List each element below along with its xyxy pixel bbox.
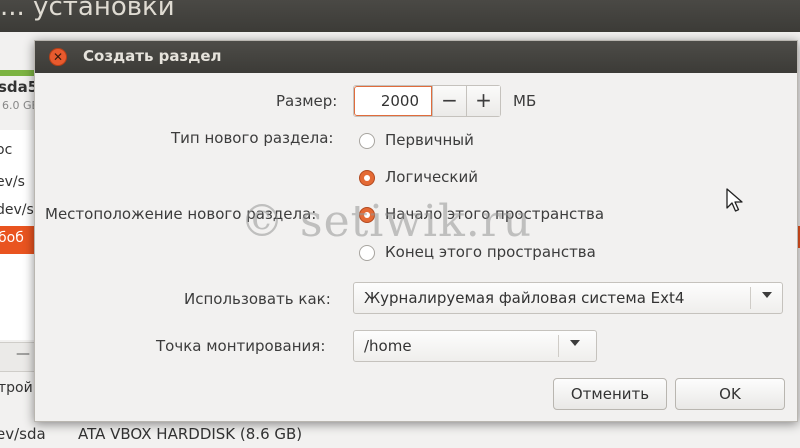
remove-partition-button[interactable]: — [16, 346, 30, 362]
chevron-down-icon[interactable] [762, 292, 772, 298]
increase-size-button[interactable]: + [466, 86, 500, 116]
radio-primary-indicator[interactable] [359, 133, 375, 149]
mount-point-value[interactable]: /home [364, 337, 412, 355]
partition-row-selected[interactable]: боб [0, 226, 34, 254]
dialog-titlebar[interactable]: ✕ Создать раздел [35, 41, 797, 73]
size-stepper[interactable]: − + [353, 85, 501, 117]
decrease-size-button[interactable]: − [432, 86, 466, 116]
size-label: Размер: [276, 92, 338, 110]
screen: ... установки sda5 6.0 GB ос ev/s dev/s … [0, 0, 800, 448]
filesystem-select-value: Журналируемая файловая система Ext4 [364, 289, 685, 307]
installer-title: ... установки [0, 0, 175, 22]
combo-separator [750, 287, 751, 309]
partition-list-header: ос [0, 142, 13, 158]
partition-row[interactable]: dev/s [0, 202, 34, 218]
installer-titlebar: ... установки [0, 0, 800, 32]
device-name: ATA VBOX HARDDISK (8.6 GB) [78, 425, 303, 443]
close-icon[interactable]: ✕ [49, 48, 67, 66]
ok-button[interactable]: OK [675, 378, 785, 410]
disk-usage-strip [0, 70, 34, 76]
partition-toolbar: — [0, 342, 34, 372]
size-unit: МБ [513, 92, 537, 110]
partition-row[interactable]: ev/s [0, 174, 25, 190]
combo-separator [558, 335, 559, 357]
radio-end-indicator[interactable] [359, 245, 375, 261]
radio-logical-indicator[interactable] [359, 170, 375, 186]
filesystem-select[interactable]: Журналируемая файловая система Ext4 [353, 282, 783, 314]
size-input[interactable] [354, 86, 432, 116]
device-path: ev/sda [0, 425, 46, 443]
watermark: © setiwik.ru [240, 196, 533, 247]
partition-row-label: боб [0, 230, 24, 246]
use-as-label: Использовать как: [184, 290, 331, 308]
radio-logical-label[interactable]: Логический [385, 168, 478, 186]
chevron-down-icon[interactable] [570, 340, 580, 346]
dialog-title: Создать раздел [83, 47, 222, 65]
mount-point-label: Точка монтирования: [156, 337, 326, 355]
partition-type-label: Тип нового раздела: [171, 129, 334, 147]
radio-primary-label[interactable]: Первичный [385, 131, 474, 149]
disk-name: sda5 [0, 78, 39, 96]
cancel-button[interactable]: Отменить [553, 378, 667, 410]
bootloader-label: трой [0, 380, 33, 396]
mouse-cursor-icon [726, 188, 743, 212]
mount-point-combo[interactable]: /home [353, 330, 597, 362]
